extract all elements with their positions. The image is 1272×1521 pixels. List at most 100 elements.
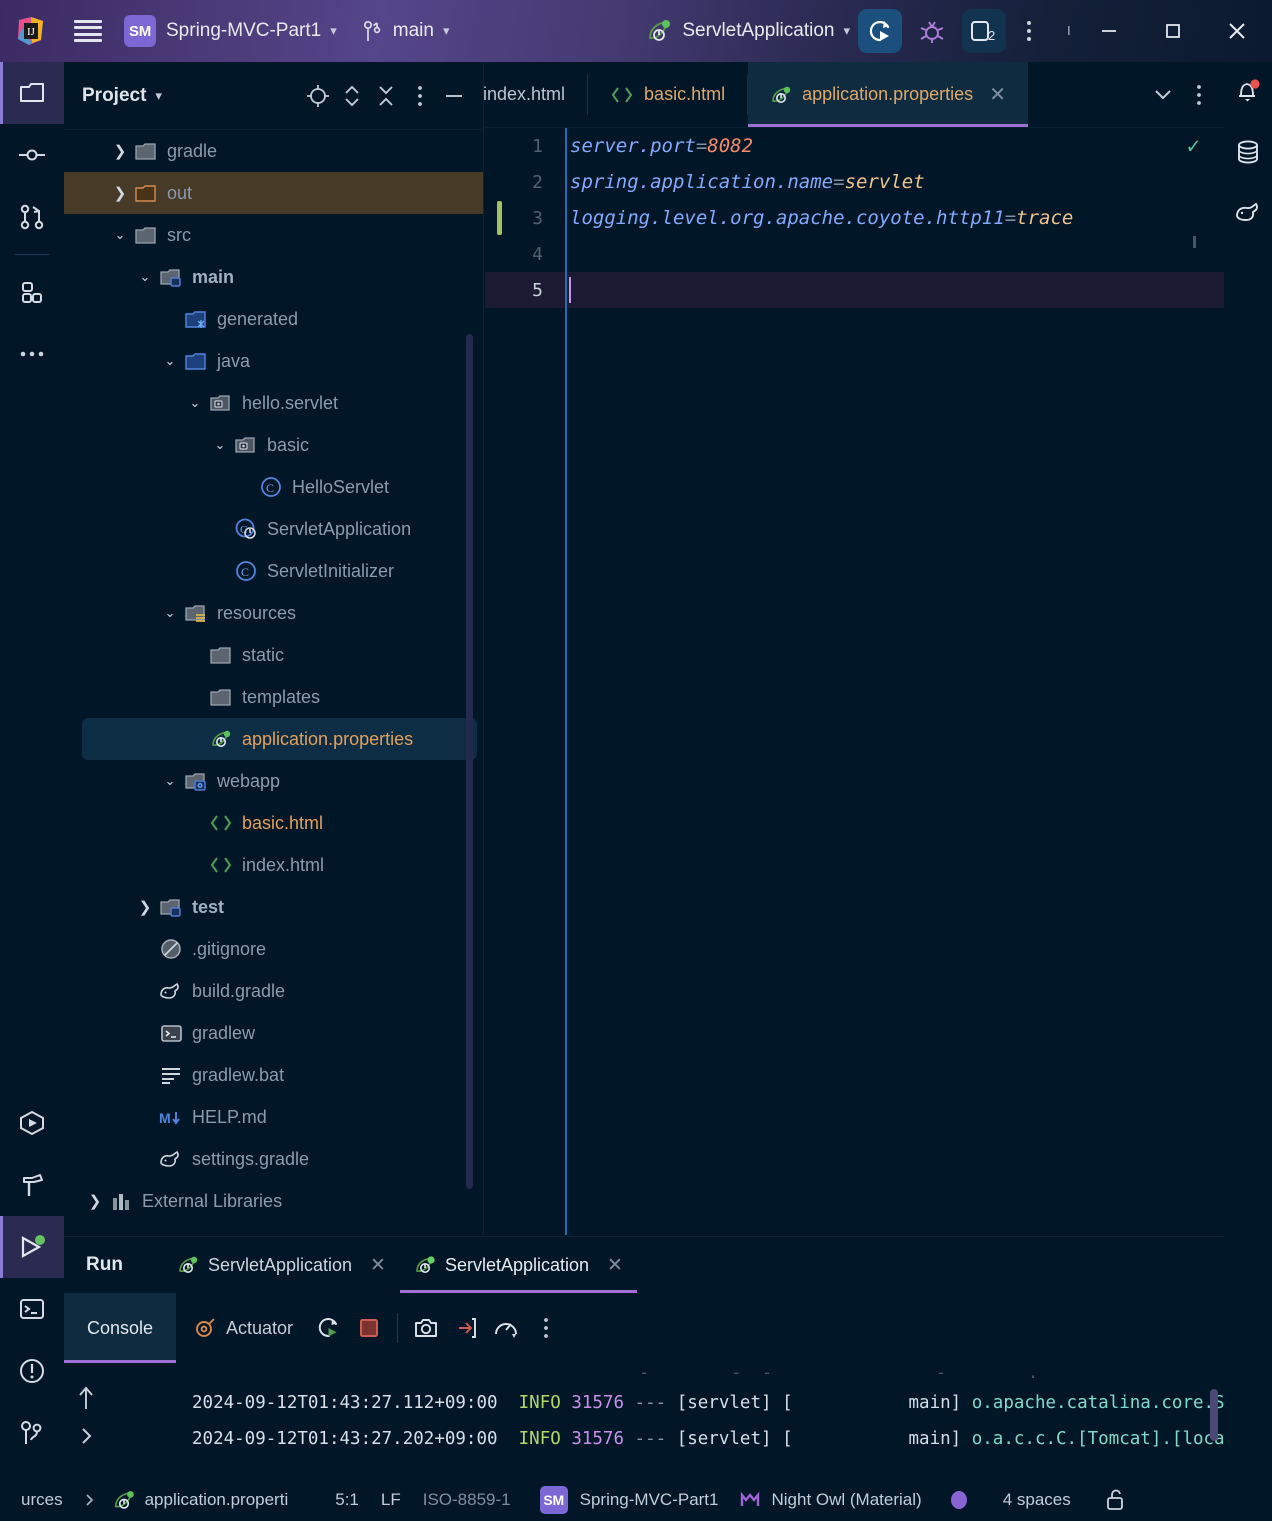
chevron-right-icon[interactable]: ❯: [107, 142, 133, 160]
close-icon[interactable]: ✕: [607, 1254, 623, 1277]
tree-node-java[interactable]: ⌄ java: [64, 340, 483, 382]
tree-node-helloservlet[interactable]: C HelloServlet: [64, 466, 483, 508]
branch-name-label[interactable]: main: [393, 20, 434, 42]
titlebar-more-button[interactable]: [1006, 8, 1052, 54]
project-badge[interactable]: SM: [124, 15, 156, 47]
console-vertical-scrollbar[interactable]: [1210, 1389, 1218, 1441]
chevron-down-icon[interactable]: ⌄: [182, 395, 208, 411]
minimize-dash-icon[interactable]: [439, 81, 469, 111]
services-button[interactable]: 2: [962, 9, 1006, 53]
tree-node-servletinitializer[interactable]: C ServletInitializer: [64, 550, 483, 592]
collapse-all-icon[interactable]: [371, 81, 401, 111]
database-button[interactable]: [1224, 122, 1272, 182]
gradle-button[interactable]: [1224, 182, 1272, 242]
code-line[interactable]: 2 spring.application.name=servlet: [485, 164, 1224, 200]
close-icon[interactable]: [1214, 8, 1260, 54]
arrow-into-box-icon[interactable]: [446, 1293, 486, 1363]
chevron-down-icon[interactable]: ▾: [443, 23, 450, 39]
tree-node-generated[interactable]: generated: [64, 298, 483, 340]
sidebar-item-run[interactable]: [0, 1216, 64, 1278]
more-vertical-icon[interactable]: [526, 1293, 566, 1363]
chevron-down-icon[interactable]: ⌄: [157, 773, 183, 789]
camera-icon[interactable]: [406, 1293, 446, 1363]
chevron-down-icon[interactable]: ⌄: [157, 605, 183, 621]
tree-node-hello-servlet[interactable]: ⌄ hello.servlet: [64, 382, 483, 424]
more-vertical-icon[interactable]: [1182, 78, 1216, 112]
project-name-label[interactable]: Spring-MVC-Part1: [166, 20, 321, 42]
chevron-down-icon[interactable]: ▾: [330, 23, 337, 39]
main-menu-button[interactable]: [74, 20, 102, 42]
tree-node-servletapplication[interactable]: C ServletApplication: [64, 508, 483, 550]
tree-node-src[interactable]: ⌄ src: [64, 214, 483, 256]
code-line[interactable]: 5: [485, 272, 1224, 308]
chevron-down-icon[interactable]: ⌄: [132, 269, 158, 285]
tree-node-gradle[interactable]: ❯ gradle: [64, 130, 483, 172]
code-line[interactable]: 4: [485, 236, 1224, 272]
tree-node-resources[interactable]: ⌄ resources: [64, 592, 483, 634]
chevron-right-icon[interactable]: ❯: [82, 1192, 108, 1210]
run-button[interactable]: [858, 9, 902, 53]
sidebar-item-problems[interactable]: [0, 1340, 64, 1402]
breadcrumb-file[interactable]: application.properti: [145, 1490, 289, 1510]
tree-node-webapp[interactable]: ⌄ webapp: [64, 760, 483, 802]
code-line[interactable]: 3 logging.level.org.apache.coyote.http11=…: [485, 200, 1224, 236]
target-crosshair-icon[interactable]: [303, 81, 333, 111]
close-icon[interactable]: ✕: [370, 1254, 386, 1277]
rerun-icon[interactable]: [309, 1293, 349, 1363]
sidebar-item-more-tool-windows[interactable]: [0, 323, 64, 385]
chevron-down-icon[interactable]: ⌄: [107, 227, 133, 243]
up-down-chevrons-icon[interactable]: [337, 81, 367, 111]
chevron-down-icon[interactable]: ▾: [155, 88, 162, 104]
chevron-down-icon[interactable]: ⌄: [207, 437, 233, 453]
tree-node-index-html[interactable]: index.html: [64, 844, 483, 886]
tab-actuator[interactable]: Actuator: [176, 1293, 309, 1363]
tree-node-static[interactable]: static: [64, 634, 483, 676]
tree-node-templates[interactable]: templates: [64, 676, 483, 718]
chevron-down-icon[interactable]: ⌄: [157, 353, 183, 369]
gauge-icon[interactable]: [486, 1293, 526, 1363]
notifications-button[interactable]: [1224, 62, 1272, 122]
sidebar-item-services[interactable]: [0, 1092, 64, 1154]
run-configuration-selector[interactable]: ServletApplication ▾: [646, 18, 850, 44]
unlocked-padlock-icon[interactable]: [1104, 1488, 1126, 1512]
editor-tab-application-properties[interactable]: application.properties ✕: [748, 62, 1028, 127]
vcs-branch-icon[interactable]: [363, 19, 383, 43]
tree-node-basic[interactable]: ⌄ basic: [64, 424, 483, 466]
code-line[interactable]: 1 server.port=8082: [485, 128, 1224, 164]
tree-node-settings-gradle[interactable]: settings.gradle: [64, 1138, 483, 1180]
run-tab-1[interactable]: ServletApplication ✕: [163, 1237, 400, 1293]
code-editor[interactable]: 1 server.port=8082 2 spring.application.nam…: [485, 128, 1224, 1235]
theme-switcher[interactable]: Night Owl (Material): [740, 1490, 922, 1510]
tree-node--gitignore[interactable]: .gitignore: [64, 928, 483, 970]
breadcrumb-prefix[interactable]: urces: [10, 1490, 74, 1510]
tree-node-build-gradle[interactable]: build.gradle: [64, 970, 483, 1012]
more-vertical-icon[interactable]: [405, 81, 435, 111]
chevron-right-icon[interactable]: ❯: [107, 184, 133, 202]
sidebar-item-terminal[interactable]: [0, 1278, 64, 1340]
project-tree-scrollbar[interactable]: [466, 334, 473, 1189]
project-switcher[interactable]: SM Spring-MVC-Part1: [539, 1485, 718, 1514]
tree-node-gradlew[interactable]: gradlew: [64, 1012, 483, 1054]
indent-setting[interactable]: 4 spaces: [992, 1490, 1082, 1510]
checkmark-ok-icon[interactable]: ✓: [1187, 134, 1200, 159]
editor-tab-basic-html[interactable]: basic.html: [588, 62, 747, 127]
tree-node-main[interactable]: ⌄ main: [64, 256, 483, 298]
sidebar-item-structure[interactable]: [0, 261, 64, 323]
file-encoding[interactable]: ISO-8859-1: [412, 1490, 522, 1510]
chevron-right-icon[interactable]: [76, 1425, 120, 1447]
tree-node-application-properties[interactable]: application.properties: [82, 718, 477, 760]
breadcrumb[interactable]: urces application.properti: [0, 1488, 288, 1512]
tree-node-out[interactable]: ❯ out: [64, 172, 483, 214]
line-separator[interactable]: LF: [370, 1490, 412, 1510]
close-icon[interactable]: ✕: [989, 82, 1006, 107]
editor-tab-index-html[interactable]: index.html: [483, 62, 587, 127]
arrow-up-icon[interactable]: [76, 1385, 120, 1411]
chevron-right-icon[interactable]: ❯: [132, 898, 158, 916]
purple-dot-icon[interactable]: [948, 1489, 970, 1511]
sidebar-item-build[interactable]: [0, 1154, 64, 1216]
minimize-icon[interactable]: [1086, 8, 1132, 54]
caret-position[interactable]: 5:1: [324, 1490, 370, 1510]
tree-node-test[interactable]: ❯ test: [64, 886, 483, 928]
tree-node-gradlew-bat[interactable]: gradlew.bat: [64, 1054, 483, 1096]
project-tree[interactable]: ❯ gradle ❯ out ⌄ src ⌄ main generated ⌄ java ⌄ hello…: [64, 130, 483, 1235]
